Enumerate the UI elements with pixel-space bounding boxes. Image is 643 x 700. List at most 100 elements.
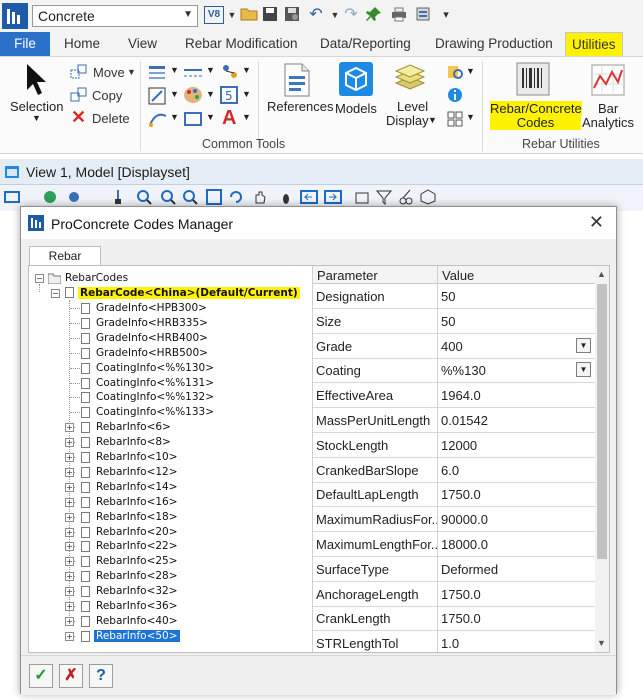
header-parameter[interactable]: Parameter — [317, 268, 378, 283]
tree-item[interactable]: RebarInfo<6> — [94, 420, 173, 435]
chevron-down-icon[interactable]: ▼ — [170, 112, 179, 122]
palette-icon[interactable] — [183, 86, 203, 107]
save-icon[interactable] — [261, 6, 279, 24]
grid-row[interactable]: SurfaceType Deformed — [313, 557, 595, 582]
redo-icon[interactable]: ↷ — [342, 6, 360, 24]
tree-item[interactable]: GradeInfo<HRB500> — [94, 346, 210, 361]
tab-rebar-modification[interactable]: Rebar Modification — [185, 32, 298, 56]
tree-item[interactable]: RebarInfo<20> — [94, 525, 180, 540]
collapse-icon[interactable]: − — [51, 289, 60, 298]
brush-icon[interactable] — [110, 189, 126, 205]
grid-value[interactable]: 12000 — [441, 438, 477, 453]
rebar-codes-label-1[interactable]: Rebar/Concrete — [490, 101, 582, 116]
line-style-icon[interactable] — [183, 65, 203, 84]
zoom-out-icon[interactable] — [160, 189, 176, 205]
grid-row[interactable]: Size 50 — [313, 309, 595, 334]
ok-button[interactable]: ✓ — [29, 664, 53, 688]
tree-item[interactable]: RebarInfo<28> — [94, 569, 180, 584]
chevron-down-icon[interactable]: ▼ — [170, 89, 179, 99]
app-logo-icon[interactable] — [2, 3, 28, 29]
move-label[interactable]: Move — [93, 65, 125, 80]
expand-icon[interactable]: + — [65, 602, 74, 611]
grid-value[interactable]: Deformed — [441, 562, 498, 577]
tab-file[interactable]: File — [0, 32, 50, 56]
grid-row[interactable]: MassPerUnitLength 0.01542 — [313, 408, 595, 433]
resize-icon[interactable] — [148, 87, 168, 108]
dropdown-arrow-icon[interactable]: ▼ — [576, 337, 591, 353]
chevron-down-icon[interactable]: ▼ — [242, 112, 251, 122]
chevron-down-icon[interactable]: ▼ — [428, 115, 437, 125]
grid-value[interactable]: 0.01542 — [441, 413, 488, 428]
scroll-thumb[interactable] — [597, 284, 607, 559]
tree-item[interactable]: CoatingInfo<%%131> — [94, 376, 216, 391]
previous-view-icon[interactable] — [300, 189, 318, 205]
text-icon[interactable]: A — [222, 107, 236, 130]
grid-icon[interactable] — [446, 110, 466, 131]
help-button[interactable]: ? — [89, 664, 113, 688]
next-view-icon[interactable] — [324, 189, 342, 205]
grid-value[interactable]: 1.0 — [441, 636, 459, 651]
grid-row[interactable]: CrankLength 1750.0 — [313, 606, 595, 632]
chevron-down-icon[interactable]: ▼ — [242, 89, 251, 99]
selection-arrow-icon[interactable] — [24, 63, 50, 100]
place-curve-icon[interactable] — [148, 110, 168, 131]
expand-icon[interactable]: + — [65, 497, 74, 507]
dialog-titlebar[interactable]: ProConcrete Codes Manager ✕ — [21, 207, 616, 239]
brightness-icon[interactable] — [66, 189, 82, 205]
expand-icon[interactable]: + — [65, 423, 74, 433]
cancel-button[interactable]: ✗ — [59, 664, 83, 688]
rebar-codes-label-2[interactable]: Codes — [490, 115, 581, 130]
tab-view[interactable]: View — [128, 32, 157, 56]
info-icon[interactable] — [447, 87, 463, 106]
tab-drawing-production[interactable]: Drawing Production — [435, 32, 553, 56]
chevron-down-icon[interactable]: ▼ — [466, 66, 475, 76]
pan-icon[interactable] — [252, 189, 268, 205]
tree-item[interactable]: CoatingInfo<%%133> — [94, 405, 216, 420]
models-label[interactable]: Models — [335, 101, 377, 116]
open-folder-icon[interactable] — [240, 6, 258, 24]
grid-value[interactable]: 400 — [441, 339, 463, 354]
tree-item[interactable]: RebarInfo<8> — [94, 435, 173, 450]
header-value[interactable]: Value — [442, 268, 474, 283]
grid-value[interactable]: 90000.0 — [441, 512, 488, 527]
grid-value[interactable]: 1750.0 — [441, 487, 481, 502]
chevron-down-icon[interactable]: ▼ — [170, 65, 179, 75]
tree-item[interactable]: RebarInfo<36> — [94, 599, 180, 614]
tree-item[interactable]: CoatingInfo<%%130> — [94, 361, 216, 376]
pin-icon[interactable] — [365, 6, 383, 24]
copy-label[interactable]: Copy — [92, 88, 122, 103]
grid-value[interactable]: 1964.0 — [441, 388, 481, 403]
tree-item[interactable]: GradeInfo<HPB300> — [94, 301, 209, 316]
view-rotation-icon[interactable] — [354, 189, 370, 205]
chevron-down-icon[interactable]: ▼ — [127, 67, 136, 77]
window-area-icon[interactable] — [182, 189, 198, 205]
chevron-down-icon[interactable]: ▼ — [206, 65, 215, 75]
rectangle-icon[interactable] — [183, 111, 203, 130]
tree-item[interactable]: RebarInfo<25> — [94, 554, 180, 569]
tree-item[interactable]: RebarInfo<22> — [94, 539, 180, 554]
chevron-down-icon[interactable]: ▼ — [466, 112, 475, 122]
customize-icon[interactable]: ▾ — [437, 6, 455, 24]
chevron-down-icon[interactable]: ▼ — [242, 65, 251, 75]
tab-home[interactable]: Home — [64, 32, 100, 56]
tree-item[interactable]: RebarInfo<18> — [94, 510, 180, 525]
expand-icon[interactable]: + — [65, 542, 74, 552]
number-icon[interactable]: 5 — [220, 86, 238, 107]
copy-icon[interactable] — [70, 87, 88, 106]
tree-icon[interactable] — [220, 63, 240, 84]
bar-analytics-label-2[interactable]: Analytics — [582, 115, 634, 130]
level-display-icon[interactable] — [394, 63, 426, 98]
version-icon[interactable]: V8 — [204, 6, 224, 24]
grid-row[interactable]: AnchorageLength 1750.0 — [313, 582, 595, 607]
grid-value[interactable]: 6.0 — [441, 463, 459, 478]
collapse-icon[interactable]: − — [35, 274, 44, 283]
tree-item[interactable]: RebarInfo<50> — [94, 629, 180, 644]
level-display-label-1[interactable]: Level — [397, 99, 428, 114]
settings-icon[interactable] — [414, 6, 432, 24]
chevron-down-icon[interactable]: ▼ — [206, 89, 215, 99]
grid-row[interactable]: Coating %%130 ▼ — [313, 358, 595, 384]
grid-row[interactable]: STRLengthTol 1.0 — [313, 631, 595, 652]
level-display-label-2[interactable]: Display — [386, 113, 429, 128]
expand-icon[interactable]: + — [65, 616, 74, 626]
tree-item[interactable]: RebarInfo<14> — [94, 480, 180, 495]
